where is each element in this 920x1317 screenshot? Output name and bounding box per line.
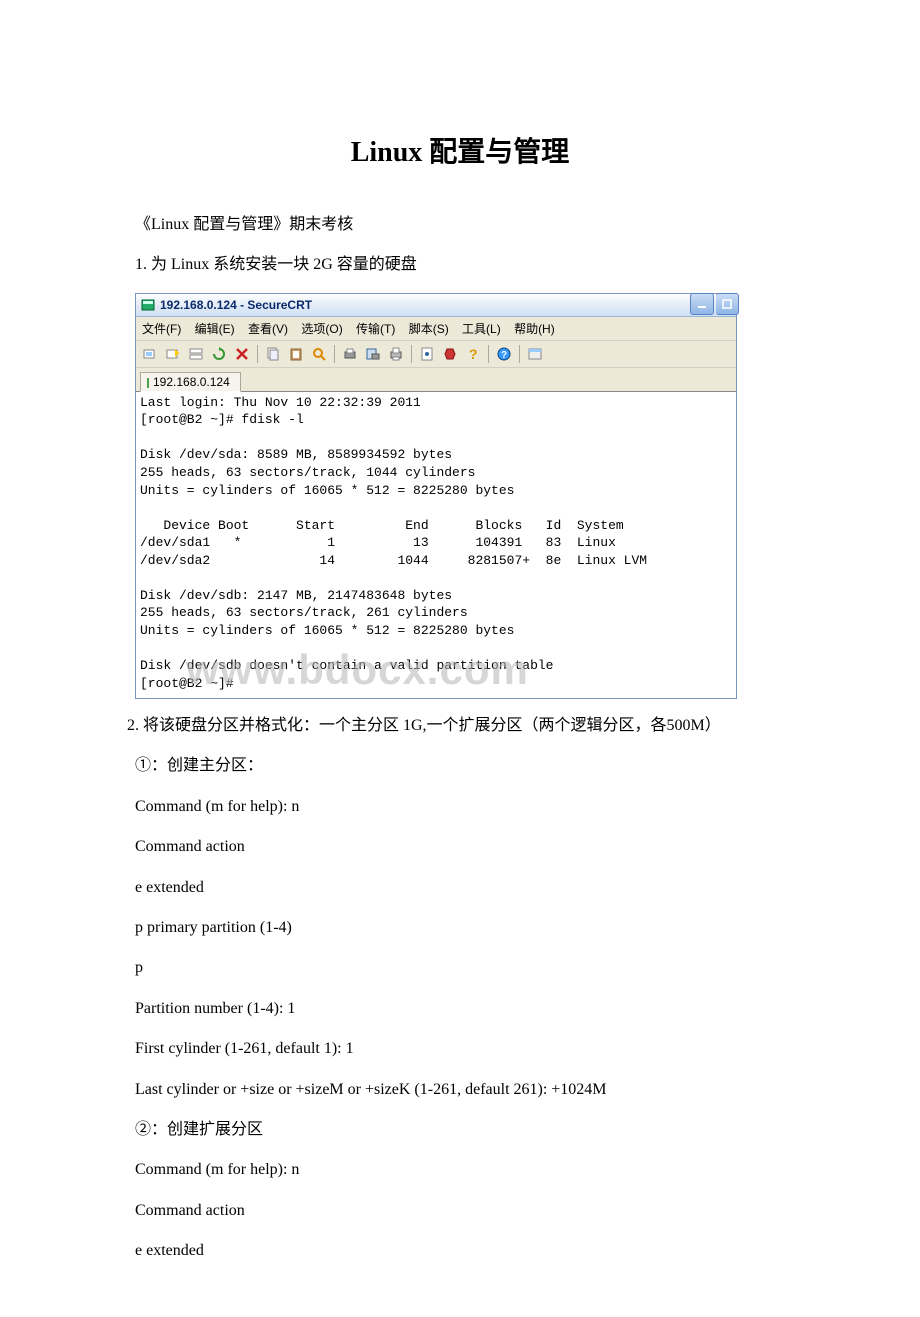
menu-bar: 文件(F) 编辑(E) 查看(V) 选项(O) 传输(T) 脚本(S) 工具(L… <box>136 317 736 341</box>
menu-tools[interactable]: 工具(L) <box>462 322 501 336</box>
window-buttons <box>688 293 739 315</box>
terminal-output[interactable]: Last login: Thu Nov 10 22:32:39 2011 [ro… <box>136 392 736 698</box>
cmd-line: p primary partition (1-4) <box>60 913 860 943</box>
tool-paste-icon[interactable] <box>286 344 306 364</box>
tab-bar: 192.168.0.124 <box>136 368 736 392</box>
tool-copy-icon[interactable] <box>263 344 283 364</box>
svg-text:?: ? <box>501 350 507 361</box>
toolbar-separator <box>411 345 412 363</box>
cmd-line: Command action <box>60 832 860 862</box>
cmd-line: Partition number (1-4): 1 <box>60 994 860 1024</box>
tool-options-icon[interactable] <box>440 344 460 364</box>
menu-view[interactable]: 查看(V) <box>248 322 288 336</box>
cmd-line: Last cylinder or +size or +sizeM or +siz… <box>60 1075 860 1105</box>
cmd-line: Command (m for help): n <box>60 792 860 822</box>
session-tab[interactable]: 192.168.0.124 <box>140 372 241 392</box>
toolbar-separator <box>257 345 258 363</box>
tool-reconnect-icon[interactable] <box>209 344 229 364</box>
tool-help-icon[interactable]: ? <box>494 344 514 364</box>
svg-text:?: ? <box>469 346 478 362</box>
tool-question-icon[interactable]: ? <box>463 344 483 364</box>
toolbar-separator <box>488 345 489 363</box>
securecrt-window: 192.168.0.124 - SecureCRT 文件(F) 编辑(E) 查看… <box>135 293 737 699</box>
menu-transfer[interactable]: 传输(T) <box>356 322 395 336</box>
cmd-line: p <box>60 953 860 983</box>
window-titlebar: 192.168.0.124 - SecureCRT <box>136 294 736 317</box>
subtitle: 《Linux 配置与管理》期末考核 <box>60 210 860 240</box>
tool-connectbar-icon[interactable] <box>186 344 206 364</box>
tool-printer-icon[interactable] <box>386 344 406 364</box>
toolbar: ? ? <box>136 341 736 368</box>
minimize-icon <box>697 299 707 309</box>
cmd-line: e extended <box>60 873 860 903</box>
menu-edit[interactable]: 编辑(E) <box>195 322 235 336</box>
tool-connect-icon[interactable] <box>140 344 160 364</box>
toolbar-separator <box>519 345 520 363</box>
menu-help[interactable]: 帮助(H) <box>514 322 555 336</box>
toolbar-separator <box>334 345 335 363</box>
menu-script[interactable]: 脚本(S) <box>409 322 449 336</box>
tool-disconnect-icon[interactable] <box>232 344 252 364</box>
document-page: Linux 配置与管理 《Linux 配置与管理》期末考核 1. 为 Linux… <box>0 0 920 1317</box>
page-title: Linux 配置与管理 <box>60 130 860 170</box>
tool-print-icon[interactable] <box>340 344 360 364</box>
step-2-label: ②：创建扩展分区 <box>60 1115 860 1145</box>
cmd-line: Command (m for help): n <box>60 1155 860 1185</box>
question-1: 1. 为 Linux 系统安装一块 2G 容量的硬盘 <box>60 250 860 280</box>
tool-window-icon[interactable] <box>525 344 545 364</box>
tool-properties-icon[interactable] <box>417 344 437 364</box>
cmd-line: Command action <box>60 1196 860 1226</box>
tool-printscreen-icon[interactable] <box>363 344 383 364</box>
menu-options[interactable]: 选项(O) <box>301 322 342 336</box>
step-1-label: ①：创建主分区： <box>60 751 860 781</box>
cmd-line: e extended <box>60 1236 860 1266</box>
tool-find-icon[interactable] <box>309 344 329 364</box>
minimize-button[interactable] <box>690 293 714 315</box>
question-2: 2. 将该硬盘分区并格式化：一个主分区 1G,一个扩展分区（两个逻辑分区，各50… <box>60 711 860 741</box>
maximize-icon <box>722 299 732 309</box>
maximize-button[interactable] <box>716 293 739 315</box>
tool-quickconnect-icon[interactable] <box>163 344 183 364</box>
window-title: 192.168.0.124 - SecureCRT <box>160 298 312 312</box>
app-icon <box>140 297 156 313</box>
menu-file[interactable]: 文件(F) <box>142 322 181 336</box>
cmd-line: First cylinder (1-261, default 1): 1 <box>60 1034 860 1064</box>
